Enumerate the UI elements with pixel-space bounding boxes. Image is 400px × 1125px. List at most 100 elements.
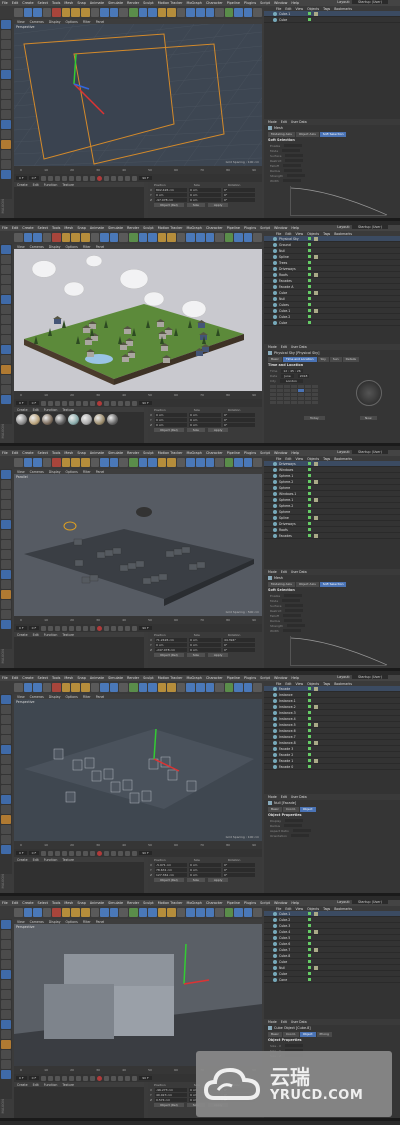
menu-item[interactable]: Mesh [64,226,73,230]
attr-field[interactable] [284,168,303,173]
object-menu-item[interactable]: View [296,682,304,686]
menu-item[interactable]: MoGraph [187,901,202,905]
transport-button-icon[interactable] [76,175,82,181]
transport-button-icon[interactable] [83,175,89,181]
toolbar-button-icon[interactable] [253,683,263,692]
left-tool-icon[interactable] [1,110,11,119]
left-tool-icon[interactable] [1,150,11,159]
toolbar-button-icon[interactable] [186,8,195,17]
calendar-day[interactable] [277,397,283,400]
frame-current-field[interactable]: 0 F [28,626,40,630]
viewport-menu-item[interactable]: View [17,470,25,474]
coord-field[interactable]: 0 cm [155,642,187,647]
coord-field[interactable]: 0.574 cm [155,1097,187,1102]
transport-button-icon[interactable] [83,850,89,856]
material-menu-item[interactable]: Create [17,408,28,412]
toolbar-button-icon[interactable] [224,908,234,917]
viewport-menu-item[interactable]: Cameras [30,920,44,924]
toolbar-button-icon[interactable] [23,233,33,242]
menu-item[interactable]: MoGraph [187,451,202,455]
attr-tab[interactable]: Object [299,806,316,812]
visibility-check-icon[interactable] [308,723,311,726]
left-tool-icon[interactable] [1,255,11,264]
left-tool-icon[interactable] [1,610,11,619]
left-tool-icon[interactable] [1,950,11,959]
menu-item[interactable]: Snap [77,901,86,905]
attr-tab[interactable]: Object Axis [295,581,319,587]
left-tool-icon[interactable] [1,1020,11,1029]
menu-item[interactable]: Help [291,1,299,5]
visibility-check-icon[interactable] [308,321,311,324]
toolbar-button-icon[interactable] [224,233,234,242]
menu-item[interactable]: Tools [52,1,60,5]
material-tag-icon[interactable] [314,272,318,277]
viewport-menu-item[interactable]: Options [66,470,78,474]
menu-item[interactable]: Sculpt [143,901,154,905]
visibility-check-icon[interactable] [308,705,311,708]
visibility-check-icon[interactable] [308,978,311,981]
left-tool-icon[interactable] [1,570,11,579]
menu-item[interactable]: Pipeline [227,901,240,905]
toolbar-button-icon[interactable] [234,233,243,242]
menu-item[interactable]: Pipeline [227,226,240,230]
menu-item[interactable]: Pipeline [227,451,240,455]
transport-button-icon[interactable] [125,625,131,631]
left-tool-icon[interactable] [1,60,11,69]
calendar-day[interactable] [277,385,283,388]
material-swatch[interactable] [107,414,118,425]
transport-button-icon[interactable] [90,400,96,406]
visibility-check-icon[interactable] [308,462,311,465]
coord-field[interactable]: -5.071 cm [155,862,187,867]
toolbar-button-icon[interactable] [71,908,81,917]
attr-menu-item[interactable]: Edit [281,570,287,574]
calendar-day[interactable] [284,401,290,404]
transport-button-icon[interactable] [125,400,131,406]
frame-start-field[interactable]: 0 F [16,401,27,405]
menu-item[interactable]: MoGraph [187,1,202,5]
toolbar-button-icon[interactable] [42,683,52,692]
transport-button-icon[interactable] [97,400,103,406]
transport-button-icon[interactable] [132,400,138,406]
attr-field[interactable] [286,623,305,628]
transport-button-icon[interactable] [41,850,47,856]
menu-item[interactable]: Edit [12,901,19,905]
left-tool-icon[interactable] [1,990,11,999]
toolbar-button-icon[interactable] [90,683,100,692]
toolbar-button-icon[interactable] [42,458,52,467]
visibility-check-icon[interactable] [308,729,311,732]
left-tool-icon[interactable] [1,765,11,774]
material-swatch[interactable] [81,414,92,425]
attr-field[interactable] [290,833,309,838]
frame-current-field[interactable]: 0 F [28,1076,40,1080]
menu-item[interactable]: Mesh [64,451,73,455]
left-tool-icon[interactable] [1,305,11,314]
toolbar-button-icon[interactable] [61,458,71,467]
visibility-check-icon[interactable] [308,492,311,495]
visibility-check-icon[interactable] [308,249,311,252]
frame-end-field[interactable]: 90 F [139,851,152,855]
material-tag-icon[interactable] [314,929,318,934]
attr-field[interactable] [285,603,304,608]
object-menu-item[interactable]: Edit [285,682,291,686]
object-list-item[interactable]: Facades [264,533,400,539]
toolbar-button-icon[interactable] [186,233,195,242]
toolbar-button-icon[interactable] [71,233,81,242]
attr-menu-item[interactable]: Mode [268,1020,277,1024]
today-button[interactable]: Today [304,416,325,420]
timeline-ruler[interactable]: 0 10 20 30 40 50 60 70 80 90 [14,166,262,174]
toolbar-button-icon[interactable] [81,458,90,467]
menu-item[interactable]: MoGraph [187,226,202,230]
left-tool-icon[interactable] [1,825,11,834]
visibility-check-icon[interactable] [308,765,311,768]
transport-button-icon[interactable] [62,1075,68,1081]
viewport[interactable]: Perspective [14,924,262,1066]
frame-end-field[interactable]: 90 F [139,1076,152,1080]
attr-city-field[interactable]: London [279,378,303,383]
material-tag-icon[interactable] [314,722,318,727]
toolbar-button-icon[interactable] [224,458,234,467]
left-tool-icon[interactable] [1,1030,11,1039]
calendar-day[interactable] [270,389,276,392]
visibility-check-icon[interactable] [308,735,311,738]
frame-start-field[interactable]: 0 F [16,851,27,855]
material-swatch[interactable] [55,414,66,425]
